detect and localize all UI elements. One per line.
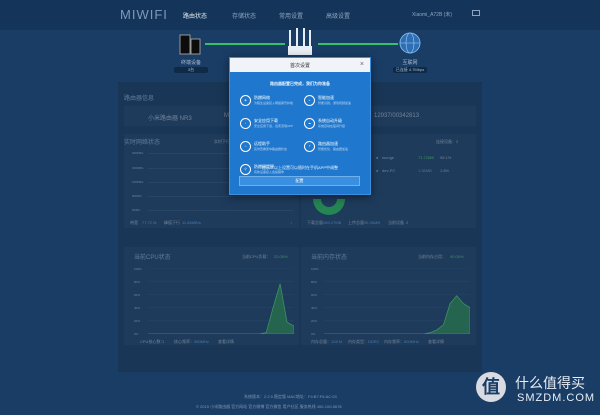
internet-caption: 互联网 [402, 60, 418, 66]
watermark-name: 什么值得买 [515, 375, 585, 391]
smzdm-logo: 值 [476, 372, 506, 402]
devices-caption: 终端设备 [180, 60, 201, 66]
tab-storage-status[interactable]: 存储状态 [232, 11, 256, 20]
miwifi-logo: MIWIFI [120, 7, 168, 22]
download-icon: ↓ [240, 118, 251, 129]
footer-version: 系统版本：2.2.9 稳定版 MAC地址：F4:B7:F6:AC:03 [244, 394, 337, 399]
link-line-right [318, 43, 398, 45]
devices-count-badge: 3台 [174, 67, 208, 73]
feature-desc: 智能识别，游戏视频加速 [318, 101, 352, 105]
modal-title: 首次设置 [289, 63, 310, 69]
tab-common-settings[interactable]: 常用设置 [279, 11, 303, 20]
feature-desc: 安全应用下载，远离流氓APP [254, 124, 294, 128]
router-icon [288, 28, 312, 55]
top-nav-bar: MIWIFI 路由状态 存储状态 常用设置 高级设置 Xiaomi_A72B (… [0, 0, 600, 30]
tab-advanced-settings[interactable]: 高级设置 [326, 11, 350, 20]
tab-router-status[interactable]: 路由状态 [183, 11, 207, 20]
first-setup-modal: 首次设置 × 路由器配置已完成，我们为你准备 ◈ 防蹭网络 为陌生设备接入网络保… [229, 57, 371, 195]
feature-desc: 实时查看家中路由器状态 [254, 147, 288, 151]
cloud-icon: ☁ [304, 118, 315, 129]
feature-desc: 为陌生设备接入网络保驾护航 [254, 101, 294, 105]
feature-desc: 系统自动在夜间升级 [318, 124, 346, 128]
modal-hint: 提示：以上设置可以随时在手机APP中调整 [261, 165, 338, 170]
globe-icon[interactable] [398, 31, 422, 55]
firewall-icon: ◈ [240, 95, 251, 106]
watermark-domain: SMZDM.COM [517, 392, 596, 404]
remote-icon: ⌂ [240, 141, 251, 152]
close-icon[interactable]: × [360, 61, 364, 68]
internet-status-badge: 已连接 4.7Mbps [393, 67, 427, 73]
footer-links: © 2015 小米路由器 官方网站 官方微博 官方微信 用户社区 服务热线 40… [196, 404, 342, 409]
phone-tablet-icon[interactable] [178, 32, 204, 58]
configure-button[interactable]: 配置 [239, 176, 360, 186]
mail-icon[interactable] [472, 10, 480, 16]
feature-desc: 智能优化，路由器加速 [318, 147, 349, 151]
user-menu[interactable]: Xiaomi_A72B (未) [412, 11, 452, 18]
modal-header: 首次设置 × [230, 58, 370, 72]
router-accel-icon: ⚡ [304, 141, 315, 152]
speed-icon: » [304, 95, 315, 106]
modal-subtitle: 路由器配置已完成，我们为你准备 [270, 81, 330, 86]
link-line-left [205, 43, 285, 45]
